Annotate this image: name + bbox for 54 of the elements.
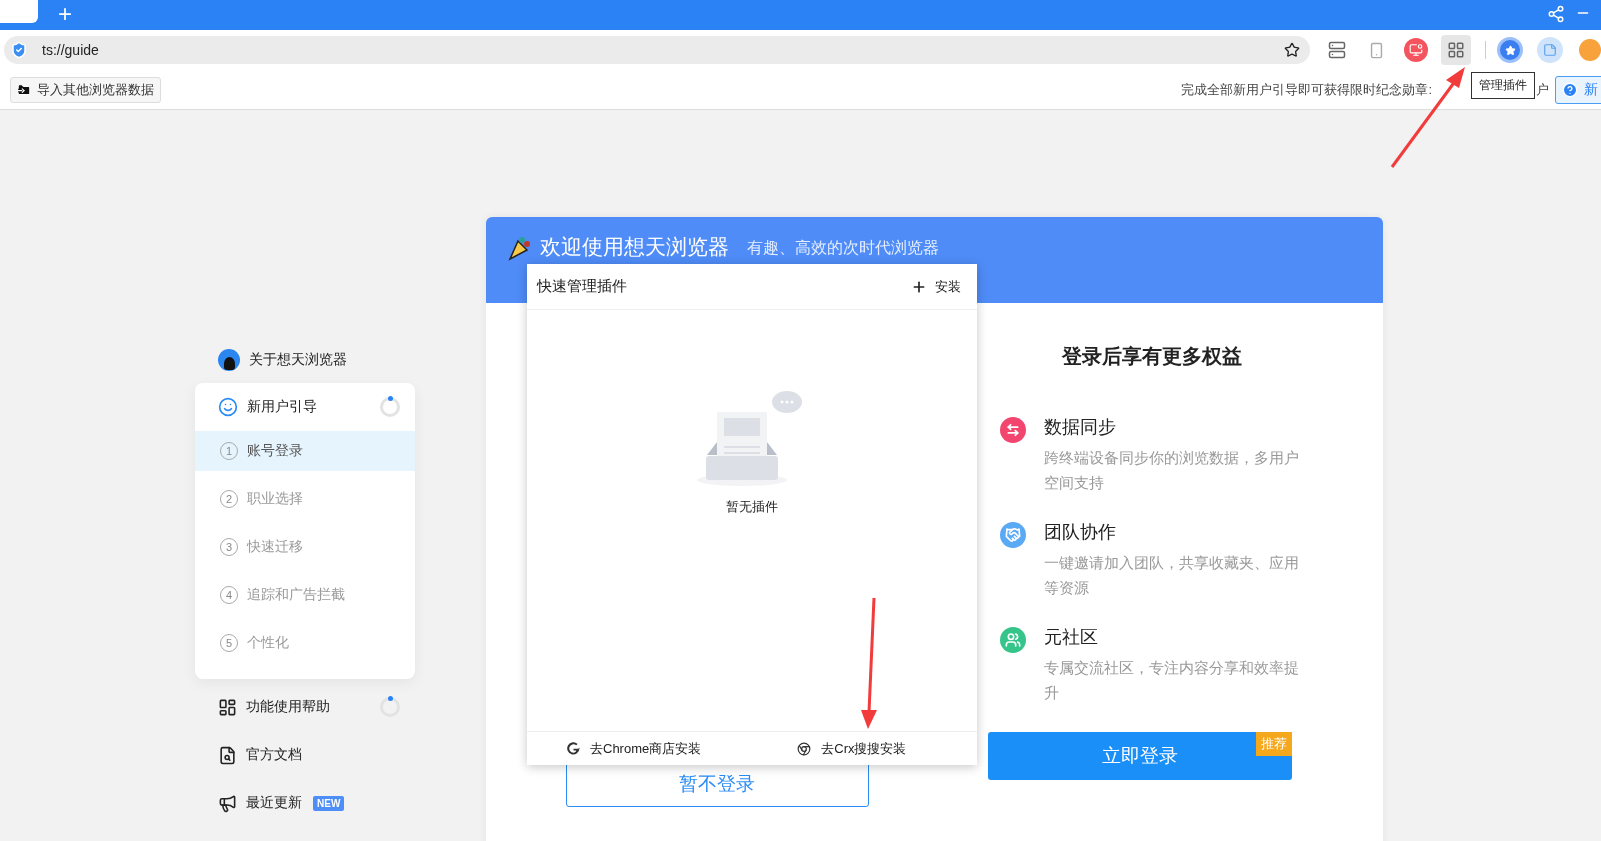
benefit-title: 数据同步 — [1044, 416, 1117, 439]
import-data-button[interactable]: 导入其他浏览器数据 — [10, 76, 161, 103]
benefit-description: 跨终端设备同步你的浏览数据，多用户空间支持 — [1044, 448, 1300, 493]
monitor-icon[interactable] — [1404, 38, 1428, 62]
avatar-icon — [218, 349, 240, 371]
sidebar-item[interactable]: 功能使用帮助 — [195, 687, 415, 727]
extension-icon[interactable] — [1579, 39, 1601, 61]
guide-step[interactable]: 5 个性化 — [195, 623, 415, 663]
guide-step[interactable]: 1 账号登录 — [195, 431, 415, 471]
shield-icon — [10, 41, 28, 59]
guide-step[interactable]: 3 快速迁移 — [195, 527, 415, 567]
benefit-description: 专属交流社区，专注内容分享和效率提升 — [1044, 658, 1300, 703]
empty-text: 暂无插件 — [726, 498, 778, 516]
benefits-title: 登录后享有更多权益 — [1062, 344, 1243, 369]
extensions-icon[interactable] — [1440, 35, 1471, 65]
address-bar[interactable]: ts://guide — [4, 36, 1310, 64]
url-text: ts://guide — [42, 42, 100, 58]
benefit-description: 一键邀请加入团队，共享收藏夹、应用等资源 — [1044, 553, 1300, 598]
recommended-badge: 推荐 — [1256, 732, 1292, 756]
guide-title[interactable]: 新用户引导 — [247, 398, 317, 416]
promo-text: 完成全部新用户引导即可获得限时纪念勋章: — [1181, 80, 1432, 99]
star-badge-icon[interactable] — [1497, 37, 1524, 63]
progress-ring-icon — [380, 697, 400, 717]
benefit-title: 元社区 — [1044, 626, 1099, 649]
g-letter-icon — [567, 742, 580, 755]
benefit-title: 团队协作 — [1044, 521, 1117, 544]
star-icon[interactable] — [1283, 42, 1300, 58]
share-icon[interactable] — [1547, 5, 1565, 23]
sidebar-item[interactable]: 最近更新 NEW — [195, 783, 415, 823]
install-button[interactable]: 安装 — [911, 277, 961, 296]
promo-text-tail: 户 — [1536, 80, 1549, 99]
new-tab-button[interactable]: + — [52, 1, 78, 27]
install-source-link[interactable]: 去Chrome商店安装 — [567, 739, 702, 758]
progress-ring-icon — [380, 397, 400, 417]
help-button[interactable]: 新 — [1555, 75, 1601, 104]
party-popper-icon — [508, 235, 532, 261]
help-icon — [1562, 81, 1578, 98]
new-badge: NEW — [313, 795, 345, 811]
tooltip: 管理插件 — [1471, 72, 1535, 99]
guide-step[interactable]: 4 追踪和广告拦截 — [195, 575, 415, 615]
popup-title: 快速管理插件 — [537, 277, 627, 296]
folder-icon — [17, 82, 31, 97]
smile-icon — [218, 397, 238, 417]
document-search-icon — [218, 745, 237, 765]
grid-icon — [218, 697, 237, 717]
sidebar-item[interactable]: 官方文档 — [195, 735, 415, 775]
welcome-title: 欢迎使用想天浏览器 — [540, 234, 729, 260]
about-link[interactable]: 关于想天浏览器 — [249, 351, 347, 369]
browser-logo-icon — [797, 741, 812, 756]
note-icon[interactable] — [1537, 37, 1564, 63]
speaker-icon — [218, 793, 237, 813]
guide-step[interactable]: 2 职业选择 — [195, 479, 415, 519]
welcome-subtitle: 有趣、高效的次时代浏览器 — [747, 238, 939, 258]
install-source-link[interactable]: 去Crx搜搜安装 — [797, 739, 907, 758]
